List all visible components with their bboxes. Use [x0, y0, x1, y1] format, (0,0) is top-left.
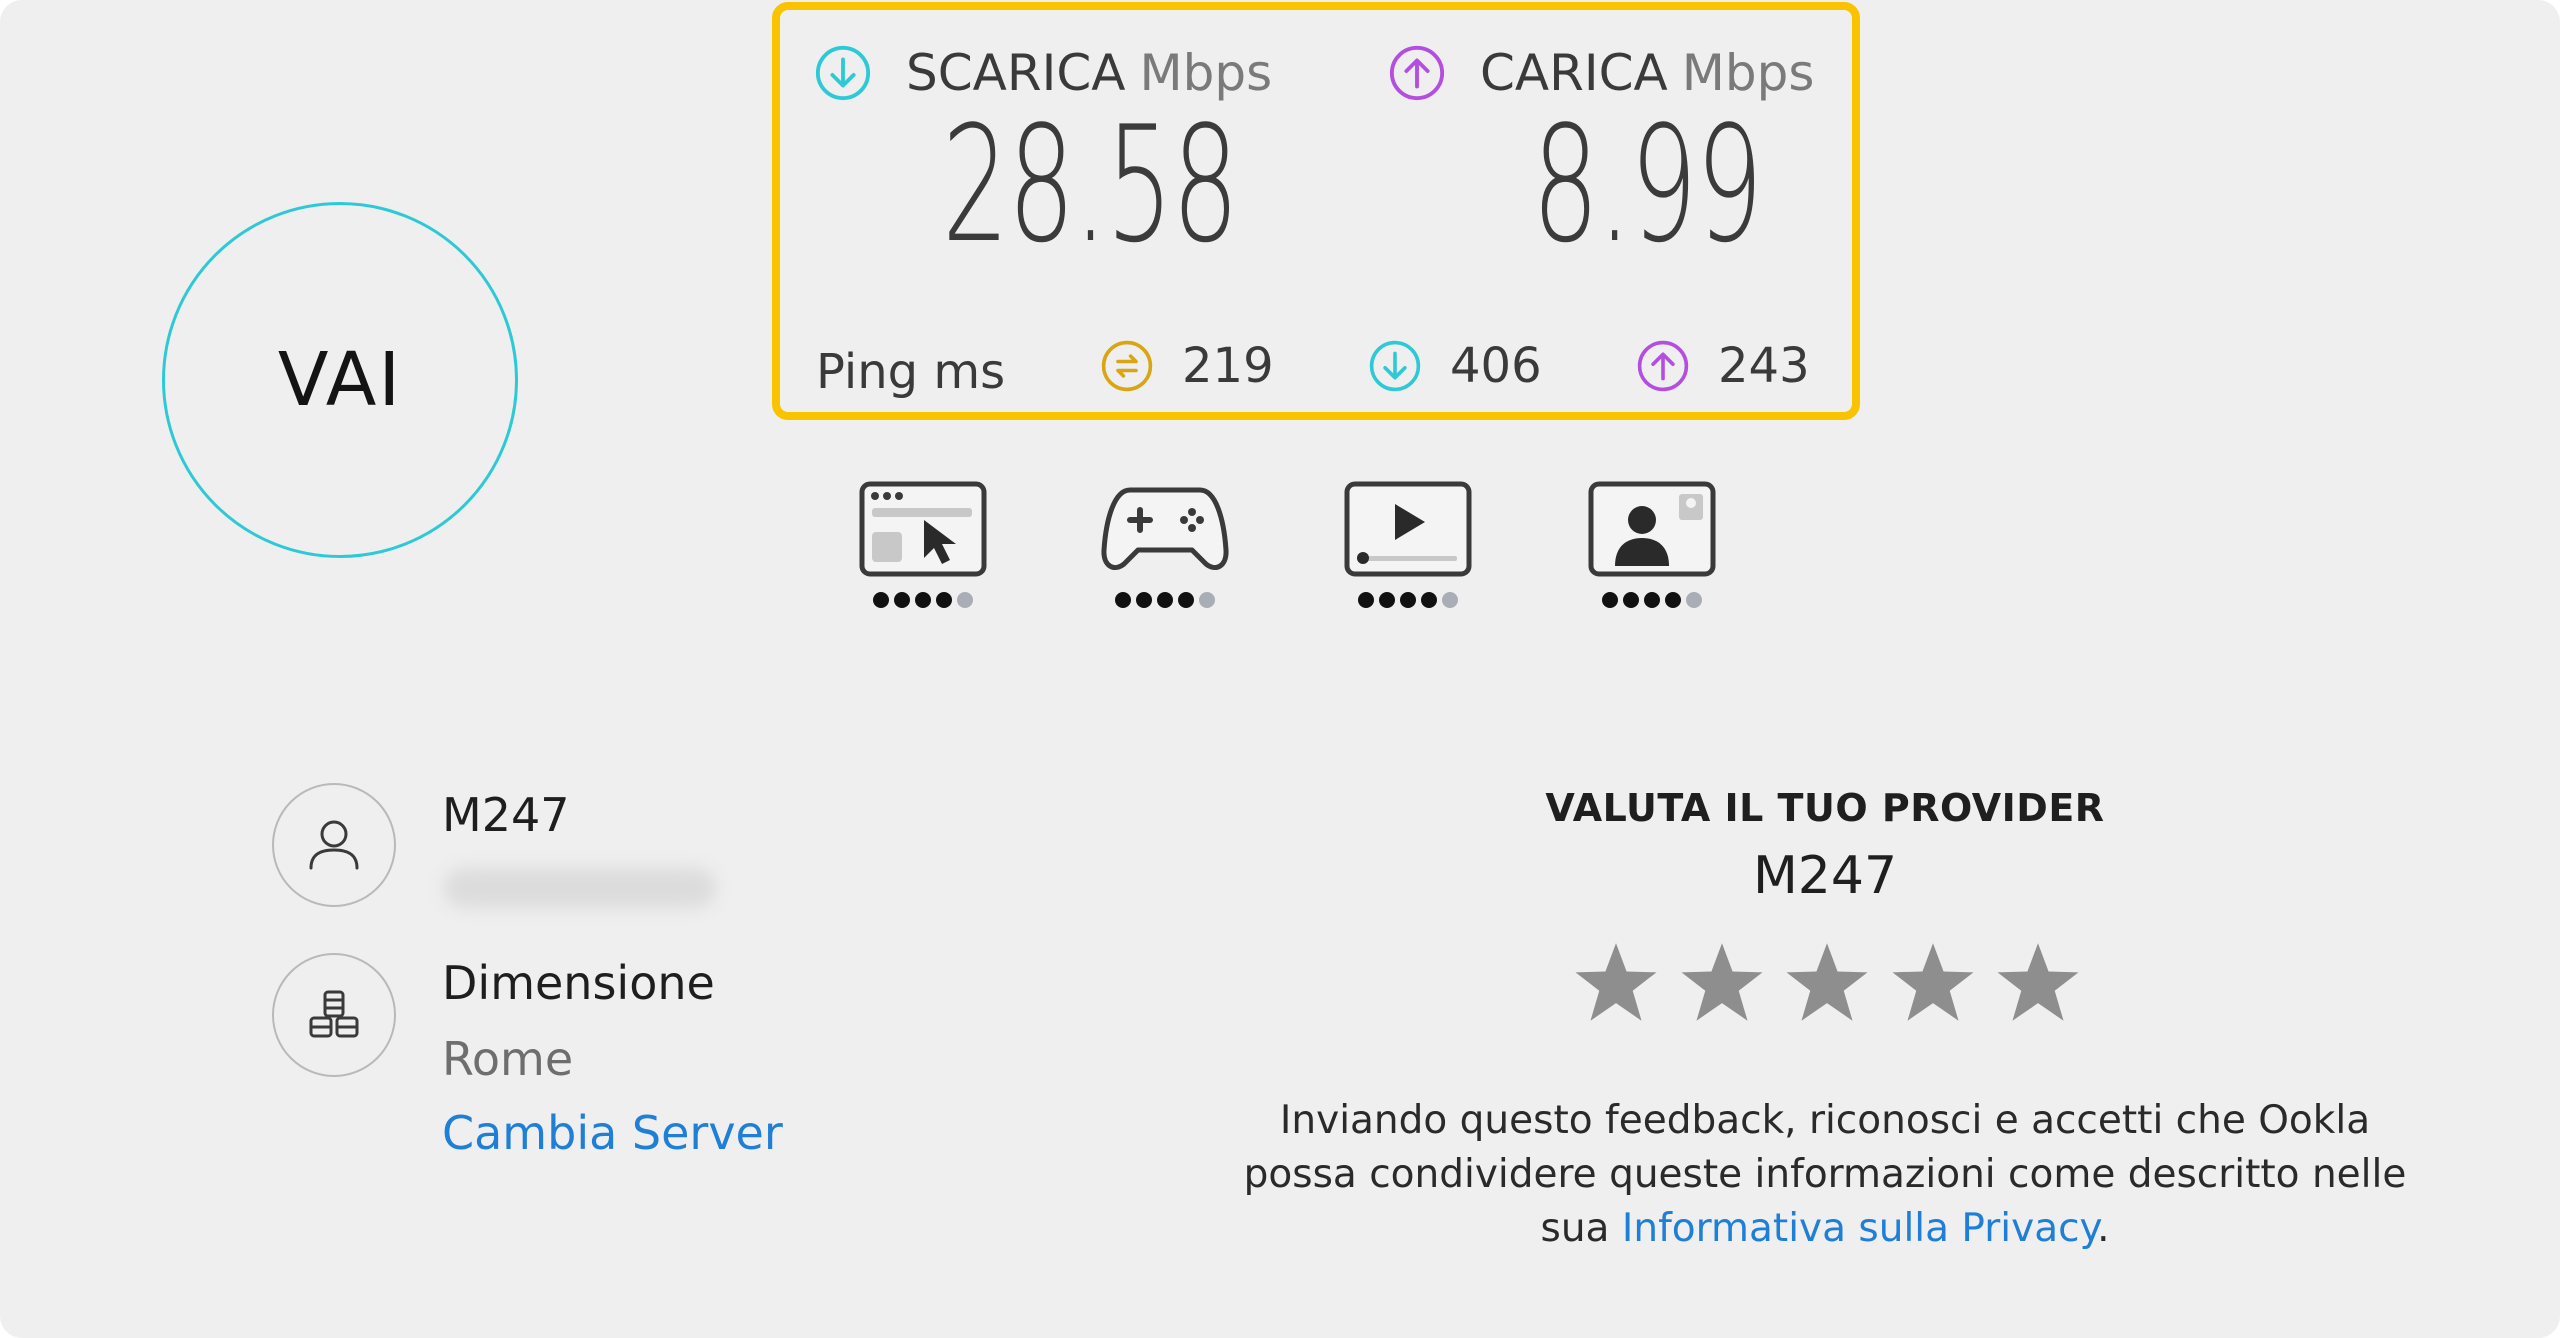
video-call-rating-dots — [1577, 592, 1727, 608]
star-icon[interactable] — [1994, 938, 2082, 1026]
browser-icon — [859, 481, 987, 577]
ping-idle: 219 — [1100, 338, 1274, 394]
ping-row: Ping ms 219 406 243 — [780, 338, 1852, 408]
ping-label-text: Ping — [816, 344, 919, 400]
video-play-icon — [1344, 481, 1472, 577]
quality-streaming[interactable] — [1333, 480, 1483, 620]
rate-provider-name: M247 — [1752, 846, 1898, 906]
quality-video-call[interactable] — [1577, 480, 1727, 620]
download-value: 28.58 — [942, 91, 1239, 278]
server-location: Rome — [442, 1032, 574, 1086]
ping-download: 406 — [1368, 338, 1542, 394]
speedtest-panel: VAI SCARICA Mbps 28.58 CARICA Mbps 8.99 … — [0, 0, 2560, 1338]
disclaimer-end: . — [2097, 1206, 2110, 1251]
ping-idle-value: 219 — [1182, 338, 1274, 394]
streaming-rating-dots — [1333, 592, 1483, 608]
ping-upload-value: 243 — [1718, 338, 1810, 394]
star-icon[interactable] — [1783, 938, 1871, 1026]
user-icon — [309, 820, 359, 870]
ping-unit: ms — [933, 344, 1006, 400]
star-icon[interactable] — [1572, 938, 1660, 1026]
results-panel: SCARICA Mbps 28.58 CARICA Mbps 8.99 Ping… — [772, 2, 1860, 420]
ping-idle-icon — [1101, 340, 1153, 392]
upload-value: 8.99 — [1532, 91, 1763, 278]
change-server-link[interactable]: Cambia Server — [442, 1106, 783, 1160]
gamepad-icon — [1101, 487, 1229, 570]
quality-gaming[interactable] — [1090, 480, 1240, 620]
star-icon[interactable] — [1889, 938, 1977, 1026]
server-name: Dimensione — [442, 956, 715, 1010]
ping-download-icon — [1369, 340, 1421, 392]
server-avatar — [272, 953, 396, 1077]
ping-download-value: 406 — [1450, 338, 1542, 394]
star-rating — [1572, 938, 2082, 1028]
ping-upload: 243 — [1636, 338, 1810, 394]
go-button-label: VAI — [277, 337, 403, 423]
ping-label: Ping ms — [816, 344, 1005, 400]
privacy-policy-link[interactable]: Informativa sulla Privacy — [1622, 1206, 2097, 1251]
ping-upload-icon — [1637, 340, 1689, 392]
quality-browsing[interactable] — [848, 480, 998, 620]
star-icon[interactable] — [1678, 938, 1766, 1026]
provider-name: M247 — [442, 788, 570, 842]
feedback-disclaimer: Inviando questo feedback, riconosci e ac… — [1225, 1094, 2425, 1256]
rate-provider-title: VALUTA IL TUO PROVIDER — [1545, 786, 2105, 830]
video-call-icon — [1588, 481, 1716, 577]
provider-avatar — [272, 783, 396, 907]
upload-arrow-icon — [1389, 45, 1445, 101]
gaming-rating-dots — [1090, 592, 1240, 608]
blurred-ip-address — [444, 868, 716, 908]
server-icon — [309, 990, 359, 1038]
download-arrow-icon — [815, 45, 871, 101]
go-button[interactable]: VAI — [162, 202, 518, 558]
browsing-rating-dots — [848, 592, 998, 608]
